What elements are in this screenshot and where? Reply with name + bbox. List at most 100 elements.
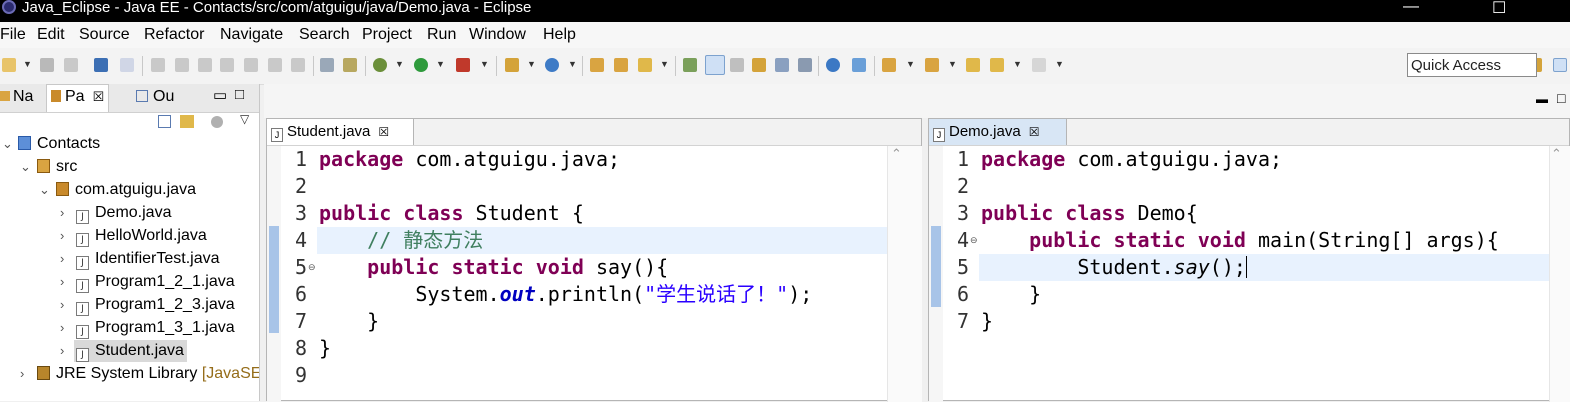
tab-demo-java[interactable]: J Demo.java ☒ xyxy=(929,119,1067,145)
menu-help[interactable]: Help xyxy=(543,26,576,44)
resume-icon[interactable] xyxy=(151,58,165,72)
toggle-mark-occurrences-icon[interactable] xyxy=(683,58,697,72)
suspend-icon[interactable] xyxy=(175,58,189,72)
chevron-down-icon[interactable]: ⌄ xyxy=(2,133,13,155)
new-java-project-icon[interactable] xyxy=(505,58,519,72)
forward-icon[interactable] xyxy=(1032,58,1046,72)
fold-collapse-icon[interactable]: ⊖ xyxy=(970,235,978,246)
chevron-down-icon[interactable]: ⌄ xyxy=(39,179,50,201)
step-return-icon[interactable] xyxy=(291,58,305,72)
step-into-icon[interactable] xyxy=(244,58,258,72)
minimize-view-icon[interactable]: ▭ xyxy=(213,86,227,104)
menu-source[interactable]: Source xyxy=(79,26,130,44)
code-line[interactable]: System.out.println("学生说话了！"); xyxy=(319,281,812,308)
run-icon[interactable] xyxy=(414,58,428,72)
last-edit-location-icon[interactable] xyxy=(966,58,980,72)
toggle-highlight-icon[interactable] xyxy=(705,55,725,75)
external-tools-dropdown-icon[interactable]: ▼ xyxy=(480,59,489,69)
focus-on-task-icon[interactable] xyxy=(211,116,223,128)
close-icon[interactable]: ☒ xyxy=(93,89,105,104)
new-class-icon[interactable] xyxy=(545,58,559,72)
step-over-icon[interactable] xyxy=(268,58,282,72)
close-icon[interactable]: ☒ xyxy=(378,125,389,139)
code-comment[interactable]: // 静态方法 xyxy=(319,227,483,254)
chevron-right-icon[interactable]: › xyxy=(60,248,64,270)
maximize-button[interactable]: ☐ xyxy=(1492,0,1506,18)
java-ee-perspective-icon[interactable] xyxy=(1553,58,1567,72)
tree-item-jre-library[interactable]: › JRE System Library [JavaSE- xyxy=(0,363,259,385)
next-annotation-dropdown-icon[interactable]: ▼ xyxy=(906,59,915,69)
fold-collapse-icon[interactable]: ⊖ xyxy=(308,262,316,273)
scroll-up-icon[interactable]: ⌃ xyxy=(891,146,902,162)
code-line[interactable]: public static void say(){ xyxy=(319,254,668,281)
save-icon[interactable] xyxy=(40,58,54,72)
block-selection-icon[interactable] xyxy=(752,58,766,72)
terminate-icon[interactable] xyxy=(198,58,212,72)
back-dropdown-icon[interactable]: ▼ xyxy=(1013,59,1022,69)
close-icon[interactable]: ☒ xyxy=(1029,125,1040,139)
code-line[interactable]: public class Demo{ xyxy=(981,200,1198,227)
chevron-down-icon[interactable]: ⌄ xyxy=(20,156,31,178)
menu-navigate[interactable]: Navigate xyxy=(220,26,283,44)
search-dropdown-icon[interactable]: ▼ xyxy=(660,59,669,69)
minimize-button[interactable]: — xyxy=(1403,0,1419,16)
next-annotation-icon[interactable] xyxy=(882,58,896,72)
chevron-right-icon[interactable]: › xyxy=(60,317,64,339)
code-line[interactable]: } xyxy=(981,281,1041,308)
chevron-right-icon[interactable]: › xyxy=(20,363,24,385)
show-pilcrow-icon[interactable] xyxy=(798,58,812,72)
chevron-right-icon[interactable]: › xyxy=(60,225,64,247)
code-line[interactable]: } xyxy=(981,308,993,335)
menu-refactor[interactable]: Refactor xyxy=(144,26,204,44)
use-step-filters-icon[interactable] xyxy=(320,58,334,72)
open-task-icon[interactable] xyxy=(614,58,628,72)
code-line[interactable]: public static void main(String[] args){ xyxy=(981,227,1499,254)
minimize-editor-icon[interactable]: ▬ xyxy=(1536,92,1548,106)
disconnect-icon[interactable] xyxy=(220,58,234,72)
code-line[interactable]: Student.say(); xyxy=(981,254,1247,281)
save-all-icon[interactable] xyxy=(64,58,78,72)
debug-icon[interactable] xyxy=(373,58,387,72)
scroll-up-icon[interactable]: ⌃ xyxy=(1551,146,1562,162)
menu-search[interactable]: Search xyxy=(299,26,350,44)
web-browser-icon[interactable] xyxy=(852,58,866,72)
code-line[interactable]: package com.atguigu.java; xyxy=(319,146,620,173)
menu-edit[interactable]: Edit xyxy=(37,26,65,44)
code-line[interactable]: } xyxy=(319,308,379,335)
maximize-editor-icon[interactable]: □ xyxy=(1557,90,1565,106)
tab-package-explorer[interactable]: Pa ☒ xyxy=(46,84,110,112)
globe-icon[interactable] xyxy=(826,58,840,72)
chevron-right-icon[interactable]: › xyxy=(60,202,64,224)
menu-file[interactable]: File xyxy=(0,26,26,44)
new-dropdown-icon[interactable]: ▼ xyxy=(527,59,536,69)
class-dropdown-icon[interactable]: ▼ xyxy=(568,59,577,69)
forward-dropdown-icon[interactable]: ▼ xyxy=(1055,59,1064,69)
console-icon[interactable] xyxy=(94,58,108,72)
view-menu-icon[interactable]: ▽ xyxy=(240,112,249,126)
tab-navigator[interactable]: Na xyxy=(0,88,33,106)
tab-outline[interactable]: Ou xyxy=(136,88,174,106)
menu-window[interactable]: Window xyxy=(469,26,526,44)
previous-annotation-icon[interactable] xyxy=(925,58,939,72)
debug-dropdown-icon[interactable]: ▼ xyxy=(395,59,404,69)
chevron-right-icon[interactable]: › xyxy=(60,340,64,362)
collapse-all-icon[interactable] xyxy=(158,115,171,128)
code-line[interactable]: public class Student { xyxy=(319,200,584,227)
show-whitespace-icon[interactable] xyxy=(775,58,789,72)
menu-run[interactable]: Run xyxy=(427,26,456,44)
maximize-view-icon[interactable]: □ xyxy=(235,86,244,103)
skip-breakpoints-icon[interactable] xyxy=(120,58,134,72)
run-dropdown-icon[interactable]: ▼ xyxy=(436,59,445,69)
previous-annotation-dropdown-icon[interactable]: ▼ xyxy=(948,59,957,69)
quick-access-input[interactable]: Quick Access xyxy=(1407,53,1537,77)
back-icon[interactable] xyxy=(990,58,1004,72)
search-icon[interactable] xyxy=(638,58,652,72)
overview-ruler[interactable] xyxy=(1549,146,1570,402)
code-line[interactable]: } xyxy=(319,335,331,362)
overview-ruler[interactable] xyxy=(887,146,922,402)
toggle-word-wrap-icon[interactable] xyxy=(730,58,744,72)
external-tools-icon[interactable] xyxy=(456,58,470,72)
chevron-right-icon[interactable]: › xyxy=(60,271,64,293)
dropdown-arrow-icon[interactable]: ▼ xyxy=(23,59,32,69)
tab-student-java[interactable]: J Student.java ☒ xyxy=(267,119,414,145)
